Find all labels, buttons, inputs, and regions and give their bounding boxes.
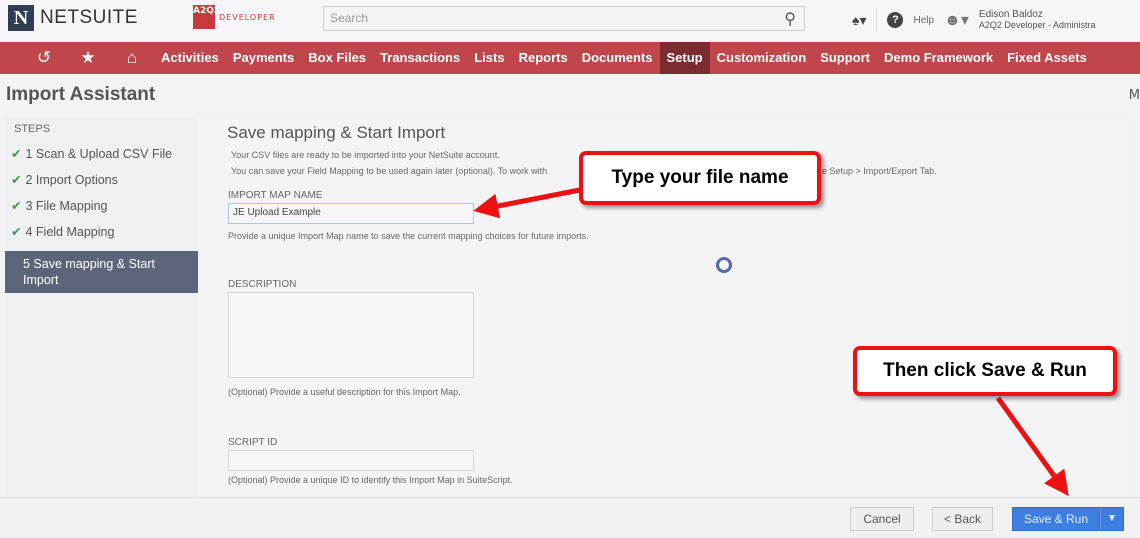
arrow-to-save-run: [995, 396, 1069, 497]
callout-save-run: Then click Save & Run: [853, 346, 1117, 396]
callout-type-file-name: Type your file name: [579, 151, 821, 205]
annotation-arrows: [473, 185, 1069, 497]
arrow-to-map-name: [473, 185, 591, 219]
